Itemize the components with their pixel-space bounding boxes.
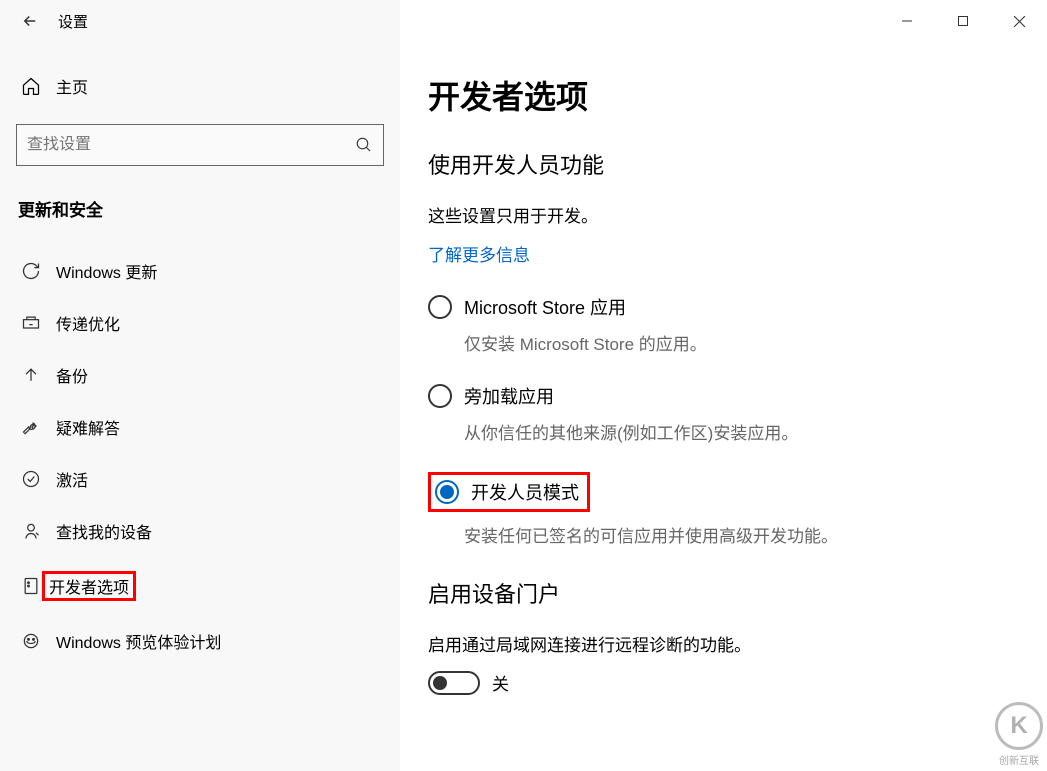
sidebar-item-find-my-device[interactable]: 查找我的设备 [16, 505, 384, 557]
radio-icon-unchecked [428, 295, 452, 319]
watermark-logo-icon: K [995, 702, 1043, 750]
close-icon [1013, 15, 1026, 28]
insider-icon [20, 631, 42, 651]
window-title: 设置 [58, 11, 88, 32]
sidebar-section-title: 更新和安全 [16, 196, 384, 221]
maximize-button[interactable] [935, 1, 991, 41]
watermark: K 创新互联 [995, 702, 1043, 767]
radio-icon-unchecked [428, 384, 452, 408]
home-link[interactable]: 主页 [16, 62, 384, 110]
search-icon [355, 136, 373, 154]
radio-desc: 从你信任的其他来源(例如工作区)安装应用。 [464, 419, 1027, 444]
find-device-icon [20, 521, 42, 541]
sidebar-item-label: Windows 更新 [56, 259, 157, 283]
section-heading: 使用开发人员功能 [428, 148, 1027, 180]
window-controls [879, 1, 1047, 41]
sidebar-item-troubleshoot[interactable]: 疑难解答 [16, 401, 384, 453]
highlight-box: 开发者选项 [42, 571, 136, 601]
sidebar-item-developer-options[interactable]: 开发者选项 [16, 557, 384, 615]
toggle-label: 关 [492, 670, 509, 695]
watermark-text: 创新互联 [999, 752, 1039, 767]
delivery-icon [20, 313, 42, 333]
radio-label: Microsoft Store 应用 [464, 294, 626, 320]
sidebar-item-label: 疑难解答 [56, 415, 120, 439]
refresh-icon [20, 261, 42, 281]
titlebar: 设置 [0, 0, 1047, 42]
sidebar-item-label: 备份 [56, 363, 88, 387]
radio-item-store-apps[interactable]: Microsoft Store 应用 仅安装 Microsoft Store 的… [428, 294, 1027, 355]
section-desc: 启用通过局域网连接进行远程诊断的功能。 [428, 631, 1027, 656]
learn-more-link[interactable]: 了解更多信息 [428, 241, 530, 266]
section-desc: 这些设置只用于开发。 [428, 202, 1027, 227]
check-circle-icon [20, 469, 42, 489]
maximize-icon [957, 15, 969, 27]
main-panel: 开发者选项 使用开发人员功能 这些设置只用于开发。 了解更多信息 Microso… [400, 42, 1047, 771]
sidebar-item-backup[interactable]: 备份 [16, 349, 384, 401]
radio-label: 旁加载应用 [464, 383, 554, 409]
wrench-icon [20, 417, 42, 437]
sidebar-item-activation[interactable]: 激活 [16, 453, 384, 505]
close-button[interactable] [991, 1, 1047, 41]
minimize-button[interactable] [879, 1, 935, 41]
radio-icon-checked [435, 480, 459, 504]
toggle-knob-icon [433, 676, 447, 690]
developer-mode-radios: Microsoft Store 应用 仅安装 Microsoft Store 的… [428, 294, 1027, 547]
section-heading: 启用设备门户 [428, 577, 1027, 609]
home-icon [20, 76, 42, 96]
search-input[interactable] [27, 136, 355, 154]
page-title: 开发者选项 [428, 72, 1027, 118]
home-label: 主页 [56, 74, 88, 98]
highlight-box: 开发人员模式 [428, 472, 590, 512]
search-box[interactable] [16, 124, 384, 166]
radio-label: 开发人员模式 [471, 479, 579, 505]
sidebar-item-label: 开发者选项 [49, 580, 129, 597]
developer-icon [20, 576, 42, 596]
radio-item-sideload[interactable]: 旁加载应用 从你信任的其他来源(例如工作区)安装应用。 [428, 383, 1027, 444]
radio-item-developer-mode[interactable]: 开发人员模式 安装任何已签名的可信应用并使用高级开发功能。 [428, 472, 1027, 547]
back-button[interactable] [10, 1, 50, 41]
radio-desc: 仅安装 Microsoft Store 的应用。 [464, 330, 1027, 355]
sidebar-item-windows-insider[interactable]: Windows 预览体验计划 [16, 615, 384, 667]
sidebar-item-label: 传递优化 [56, 311, 120, 335]
arrow-left-icon [21, 12, 39, 30]
radio-desc: 安装任何已签名的可信应用并使用高级开发功能。 [464, 522, 1027, 547]
device-portal-toggle[interactable] [428, 671, 480, 695]
minimize-icon [901, 15, 913, 27]
sidebar-item-delivery-optimization[interactable]: 传递优化 [16, 297, 384, 349]
backup-icon [20, 365, 42, 385]
sidebar-item-label: 激活 [56, 467, 88, 491]
sidebar: 主页 更新和安全 Windows 更新 传递优化 备份 疑难解答 激活 [0, 42, 400, 771]
sidebar-item-label: 查找我的设备 [56, 519, 152, 543]
sidebar-item-windows-update[interactable]: Windows 更新 [16, 245, 384, 297]
sidebar-item-label: Windows 预览体验计划 [56, 629, 221, 653]
